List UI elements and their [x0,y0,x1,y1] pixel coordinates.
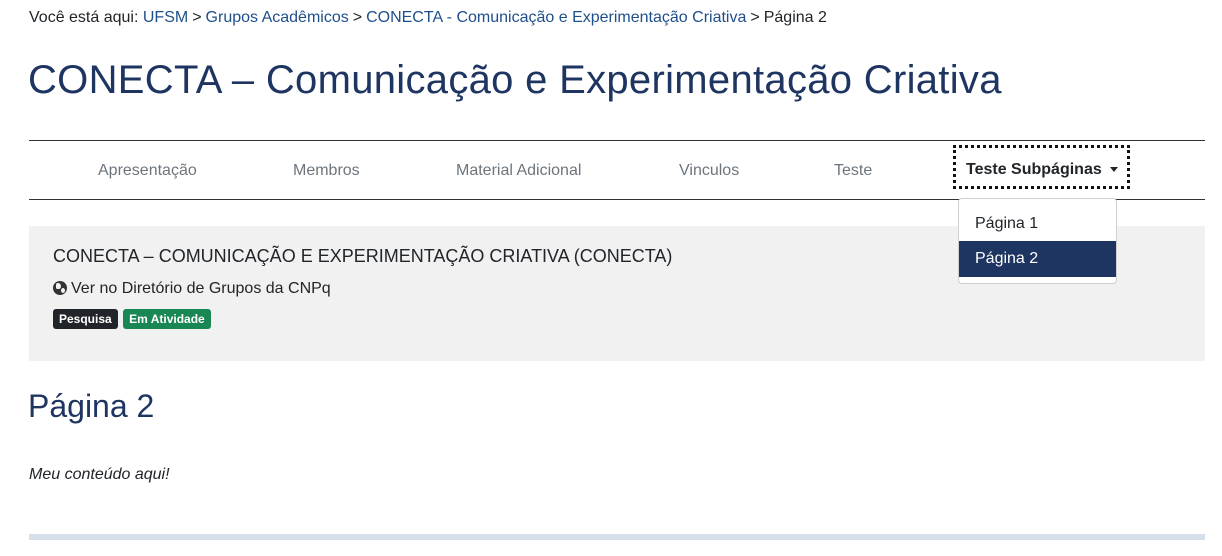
page: Você está aqui: UFSM > Grupos Acadêmicos > C… [0,0,1222,556]
tab-teste-subpaginas[interactable]: Teste Subpáginas [953,145,1130,189]
globe-icon [53,281,67,295]
content-text: Meu conteúdo aqui! [29,466,170,483]
group-name: CONECTA – COMUNICAÇÃO E EXPERIMENTAÇÃO C… [53,246,673,266]
tab-membros[interactable]: Membros [293,162,360,180]
badge-em-atividade: Em Atividade [123,309,211,329]
breadcrumb-separator: > [750,9,760,26]
breadcrumb-current: Página 2 [763,9,827,26]
tab-material-adicional[interactable]: Material Adicional [456,162,581,180]
section-title: Página 2 [28,388,155,424]
tab-vinculos[interactable]: Vinculos [679,162,739,180]
subpages-dropdown-menu: Página 1 Página 2 [958,198,1117,284]
dropdown-item-pagina-2[interactable]: Página 2 [959,241,1116,277]
cnpq-link-label: Ver no Diretório de Grupos da CNPq [71,280,331,297]
tab-teste-subpaginas-label: Teste Subpáginas [966,161,1102,178]
tab-nav: Apresentação Membros Material Adicional … [29,140,1205,200]
breadcrumb-separator: > [352,9,363,26]
breadcrumb-link-grupos[interactable]: Grupos Acadêmicos [206,9,349,26]
badge-pesquisa: Pesquisa [53,309,118,329]
tab-apresentacao[interactable]: Apresentação [98,162,197,180]
bottom-divider [29,534,1205,540]
tab-teste[interactable]: Teste [834,162,872,180]
cnpq-directory-link[interactable]: Ver no Diretório de Grupos da CNPq [53,280,331,298]
breadcrumb-link-conecta[interactable]: CONECTA - Comunicação e Experimentação C… [366,9,746,26]
breadcrumb-link-ufsm[interactable]: UFSM [143,9,188,26]
dropdown-item-pagina-1[interactable]: Página 1 [959,206,1116,242]
breadcrumb-separator: > [192,9,202,26]
page-title: CONECTA – Comunicação e Experimentação C… [28,58,1002,102]
breadcrumb: Você está aqui: UFSM > Grupos Acadêmicos > C… [29,9,827,27]
caret-down-icon [1109,167,1118,173]
badge-group: Pesquisa Em Atividade [53,309,212,329]
breadcrumb-prefix: Você está aqui: [29,9,139,26]
